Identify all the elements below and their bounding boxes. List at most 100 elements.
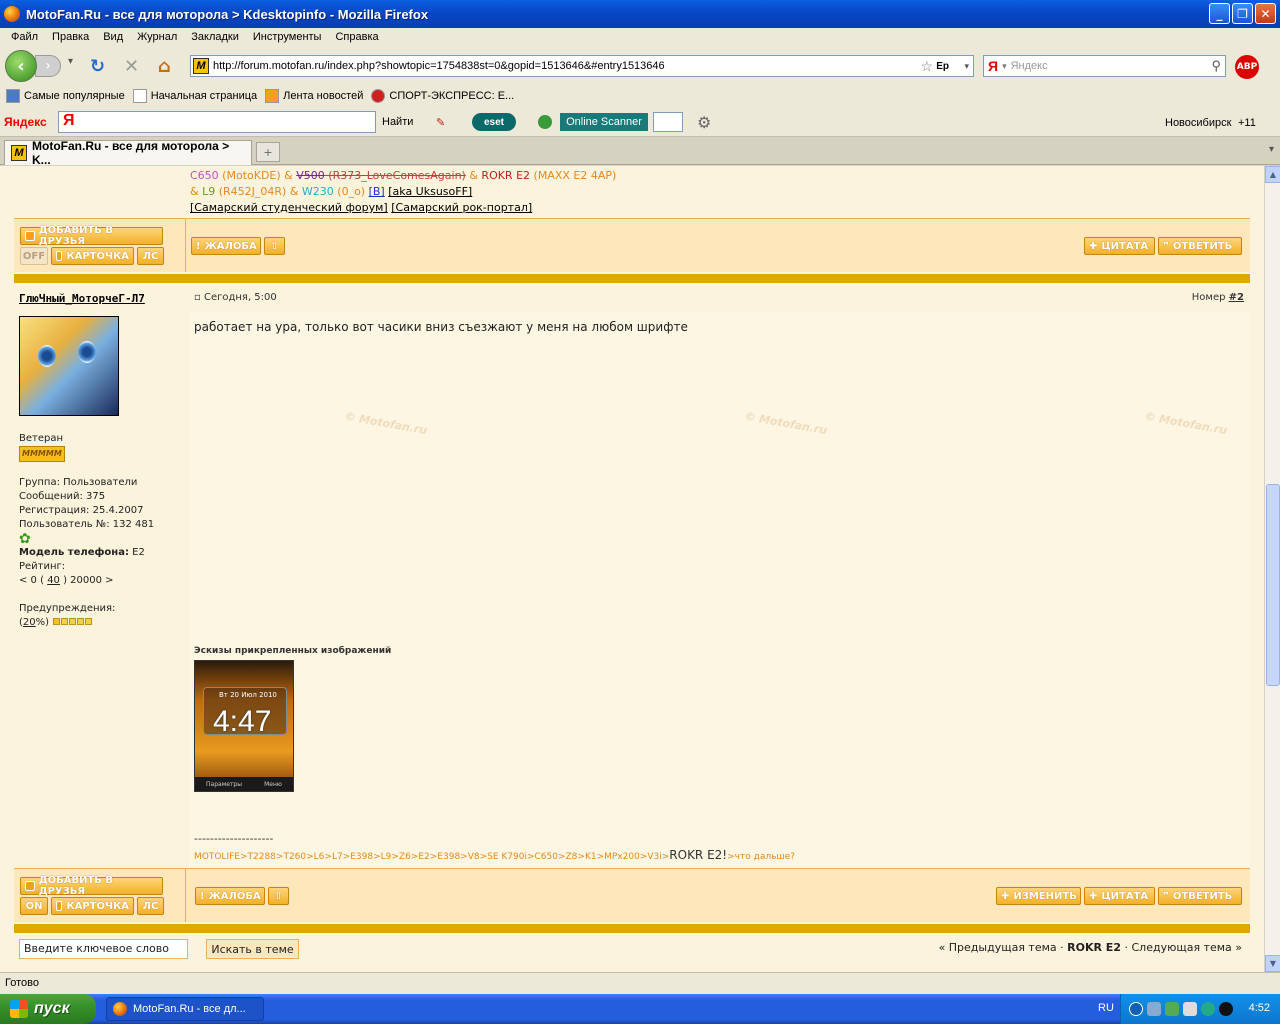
bookmark-start-page[interactable]: Начальная страница: [132, 89, 257, 103]
warnings-link[interactable]: 20: [23, 617, 36, 628]
eset-button[interactable]: eset: [472, 113, 516, 131]
bookmarks-toolbar: Самые популярные Начальная страница Лент…: [0, 84, 1280, 108]
tab-list-icon[interactable]: ▾: [1269, 144, 1274, 155]
search-topic-button[interactable]: Искать в теме: [206, 939, 299, 959]
card-button[interactable]: КАРТОЧКА: [51, 247, 134, 265]
online-scanner-button[interactable]: Online Scanner: [560, 113, 648, 131]
bookmark-star-icon[interactable]: ☆: [920, 58, 933, 75]
bookmark-news-feed[interactable]: Лента новостей: [265, 89, 363, 103]
pencil-icon[interactable]: ✎: [436, 116, 445, 129]
scroll-up-arrow[interactable]: ▲: [1265, 166, 1280, 183]
keyword-search-input[interactable]: Введите ключевое слово: [19, 939, 188, 959]
post-number-link[interactable]: #2: [1229, 292, 1244, 303]
card-button[interactable]: КАРТОЧКА: [51, 897, 134, 915]
edit-button[interactable]: ✚ ИЗМЕНИТЬ: [996, 887, 1081, 905]
search-icon[interactable]: ⚲: [1211, 58, 1221, 74]
address-bar[interactable]: M http://forum.motofan.ru/index.php?show…: [190, 55, 974, 77]
url-dropdown-icon[interactable]: ▾: [964, 61, 969, 72]
warning-icon: !: [200, 890, 205, 902]
rating-link[interactable]: 40: [47, 575, 60, 586]
lang-indicator: Ep: [936, 60, 949, 72]
taskbar-firefox-item[interactable]: MotoFan.Ru - все дл...: [106, 997, 264, 1021]
sig-link-uksusoff[interactable]: [aka UksusoFF]: [388, 185, 472, 198]
bookmark-popular[interactable]: Самые популярные: [6, 89, 125, 103]
add-friend-button[interactable]: ДОБАВИТЬ В ДРУЗЬЯ: [20, 875, 163, 897]
plus-icon: ✚: [1089, 240, 1098, 252]
complain-button[interactable]: ! ЖАЛОБА: [195, 887, 265, 905]
new-tab-button[interactable]: +: [256, 142, 280, 162]
yandex-search-input[interactable]: Я: [58, 111, 376, 133]
security-icon[interactable]: [1165, 1002, 1179, 1016]
yandex-find-button[interactable]: Найти: [382, 116, 413, 128]
page-icon: [132, 89, 147, 103]
url-text: http://forum.motofan.ru/index.php?showto…: [213, 60, 665, 72]
network-icon[interactable]: [1147, 1002, 1161, 1016]
scroll-down-arrow[interactable]: ▼: [1265, 955, 1280, 972]
tab-motofan[interactable]: M MotoFan.Ru - все для моторола > K...: [4, 139, 252, 167]
yandex-logo[interactable]: Яндекс: [4, 115, 47, 129]
menu-file[interactable]: Файл: [4, 31, 45, 43]
vertical-scrollbar[interactable]: ▲ ▼: [1264, 166, 1280, 972]
post-separator: [14, 274, 1250, 283]
bookmark-sport-express[interactable]: СПОРТ-ЭКСПРЕСС: Е...: [371, 89, 514, 103]
scroll-top-button[interactable]: ⇧: [264, 237, 285, 255]
quote-marks-icon: ❞: [1163, 240, 1169, 252]
quote-button[interactable]: ✚ ЦИТАТА: [1084, 237, 1155, 255]
quote-button[interactable]: ✚ ЦИТАТА: [1084, 887, 1155, 905]
clock: 4:52: [1248, 1002, 1270, 1014]
next-topic-link[interactable]: Следующая тема »: [1131, 941, 1242, 954]
history-dropdown-icon[interactable]: ▾: [68, 56, 73, 67]
prev-topic-link[interactable]: « Предыдущая тема: [939, 941, 1057, 954]
weather-temp: +11: [1238, 117, 1256, 129]
attachment-thumbnail[interactable]: Вт 20 Июл 2010 4:47 Параметры Меню: [194, 660, 294, 792]
scroll-thumb[interactable]: [1266, 484, 1280, 686]
volume-icon[interactable]: [1183, 1002, 1197, 1016]
reload-icon[interactable]: ↻: [90, 56, 105, 77]
menu-bar: Файл Правка Вид Журнал Закладки Инструме…: [0, 28, 1280, 46]
maximize-button[interactable]: ❐: [1232, 3, 1253, 24]
scroll-top-button[interactable]: ⇧: [268, 887, 289, 905]
post-date: ▫ Сегодня, 5:00: [194, 292, 277, 303]
phone-model-label: Модель телефона:: [19, 547, 129, 558]
language-indicator[interactable]: RU: [1098, 1002, 1114, 1014]
adblock-icon[interactable]: ABP: [1235, 55, 1259, 79]
quote-marks-icon: ❞: [1163, 890, 1169, 902]
start-button[interactable]: пуск: [0, 994, 96, 1024]
stop-icon[interactable]: ✕: [124, 56, 139, 77]
bookmark-folder-icon: [6, 89, 20, 103]
weather-city[interactable]: Новосибирск: [1165, 117, 1231, 129]
menu-edit[interactable]: Правка: [45, 31, 96, 43]
settings-gear-icon[interactable]: ⚙: [697, 113, 711, 133]
sig-link-samara-forum[interactable]: [Самарский студенческий форум]: [190, 201, 388, 214]
close-button[interactable]: ✕: [1255, 3, 1276, 24]
post-author[interactable]: ГлюЧный_МоторчеГ-Л7: [19, 292, 145, 305]
home-icon[interactable]: ⌂: [158, 56, 171, 77]
search-box[interactable]: Я ▾ Яндекс ⚲: [983, 55, 1226, 77]
back-button[interactable]: ‹: [5, 50, 37, 82]
forward-button[interactable]: ›: [35, 55, 61, 77]
minimize-button[interactable]: _: [1209, 3, 1230, 24]
wireless-icon[interactable]: [1219, 1002, 1233, 1016]
sig-link-b[interactable]: [B]: [369, 185, 385, 198]
menu-history[interactable]: Журнал: [130, 31, 184, 43]
menu-bookmarks[interactable]: Закладки: [184, 31, 246, 43]
tray-arrow-icon[interactable]: [1129, 1002, 1143, 1016]
reply-button[interactable]: ❞ ОТВЕТИТЬ: [1158, 237, 1242, 255]
menu-view[interactable]: Вид: [96, 31, 130, 43]
antivirus-icon[interactable]: [1201, 1002, 1215, 1016]
complain-button[interactable]: ! ЖАЛОБА: [191, 237, 261, 255]
add-friend-button[interactable]: ДОБАВИТЬ В ДРУЗЬЯ: [20, 225, 163, 247]
reply-button[interactable]: ❞ ОТВЕТИТЬ: [1158, 887, 1242, 905]
taskbar: пуск MotoFan.Ru - все дл... RU 4:52: [0, 994, 1280, 1024]
pm-button[interactable]: ЛС: [137, 897, 164, 915]
menu-tools[interactable]: Инструменты: [246, 31, 329, 43]
post-header: ГлюЧный_МоторчеГ-Л7 ▫ Сегодня, 5:00 Номе…: [14, 288, 1250, 310]
forum-link[interactable]: ROKR E2: [1067, 941, 1121, 954]
menu-help[interactable]: Справка: [328, 31, 385, 43]
search-engine-dropdown-icon[interactable]: ▾: [1002, 61, 1007, 72]
attachments-title: Эскизы прикрепленных изображений: [194, 646, 392, 656]
translate-icon[interactable]: [653, 112, 683, 132]
icq-icon[interactable]: ✿: [19, 532, 154, 546]
sig-link-samara-rock[interactable]: [Самарский рок-портал]: [391, 201, 532, 214]
pm-button[interactable]: ЛС: [137, 247, 164, 265]
